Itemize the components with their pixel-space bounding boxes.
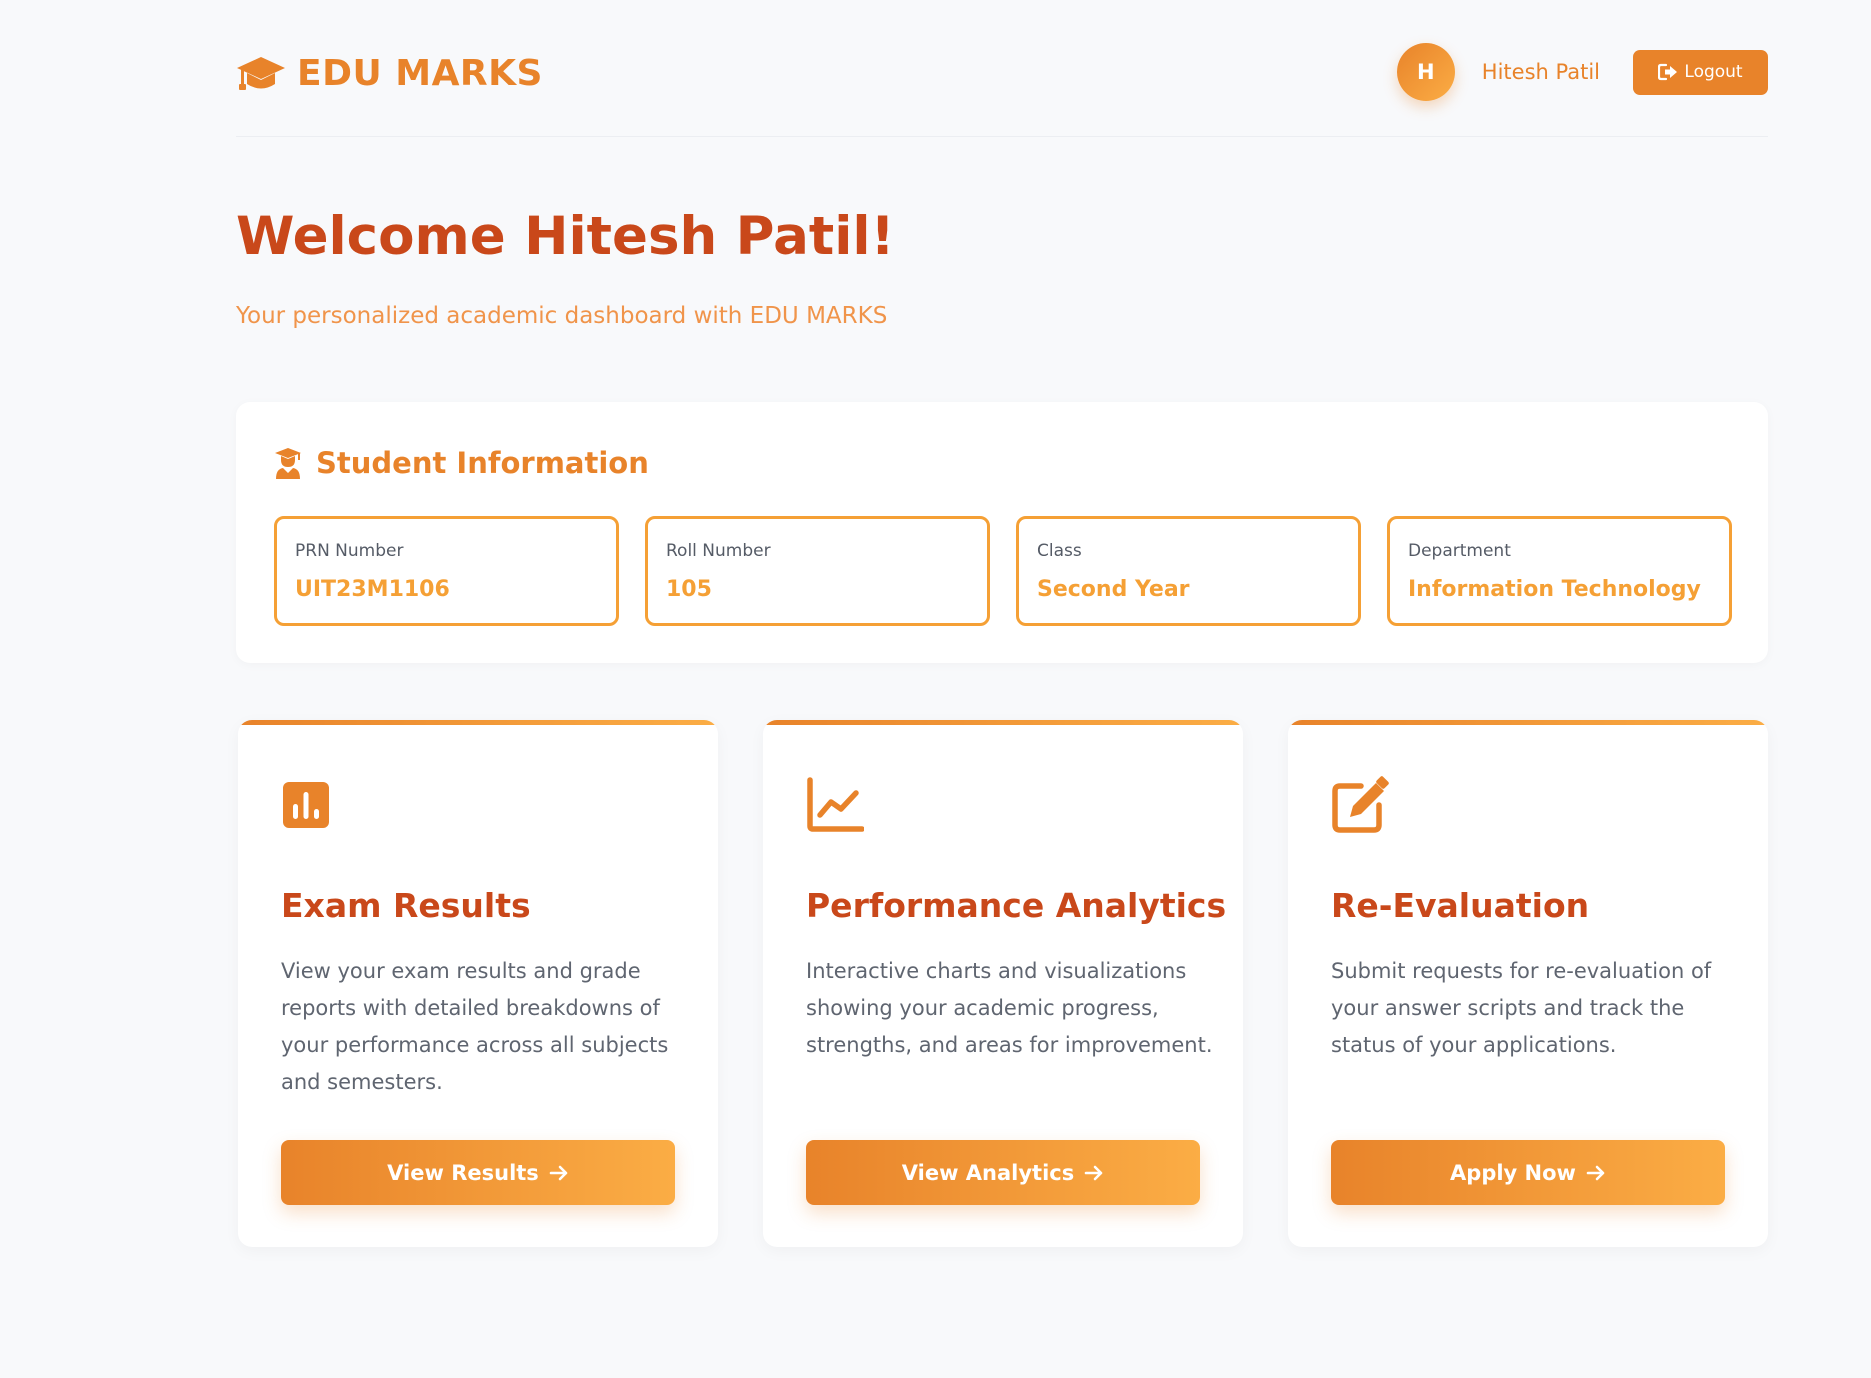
student-info-heading: Student Information bbox=[274, 446, 649, 480]
bar-chart-icon bbox=[283, 782, 329, 828]
logout-label: Logout bbox=[1684, 62, 1743, 82]
info-label: Roll Number bbox=[666, 541, 771, 561]
info-value: UIT23M1106 bbox=[295, 577, 450, 602]
card-title: Re-Evaluation bbox=[1331, 886, 1590, 925]
edit-icon bbox=[1332, 776, 1389, 833]
info-label: Department bbox=[1408, 541, 1511, 561]
info-value: Second Year bbox=[1037, 577, 1190, 602]
graduation-cap-icon bbox=[237, 57, 285, 90]
top-header: EDU MARKS H Hitesh Patil Logout bbox=[236, 30, 1768, 137]
view-results-button[interactable]: View Results bbox=[281, 1140, 675, 1205]
student-icon bbox=[275, 448, 301, 479]
info-value: Information Technology bbox=[1408, 577, 1701, 602]
brand-logo[interactable]: EDU MARKS bbox=[236, 50, 543, 96]
brand-name: EDU MARKS bbox=[297, 52, 543, 94]
arrow-right-icon bbox=[1084, 1165, 1103, 1180]
info-label: PRN Number bbox=[295, 541, 404, 561]
user-area: H Hitesh Patil Logout bbox=[1396, 42, 1768, 102]
card-title: Exam Results bbox=[281, 886, 531, 925]
info-card-roll: Roll Number 105 bbox=[645, 516, 990, 626]
info-card-class: Class Second Year bbox=[1016, 516, 1361, 626]
apply-now-button[interactable]: Apply Now bbox=[1331, 1140, 1725, 1205]
card-exam-results: Exam Results View your exam results and … bbox=[238, 720, 718, 1247]
card-performance-analytics: Performance Analytics Interactive charts… bbox=[763, 720, 1243, 1247]
card-accent-bar bbox=[1288, 720, 1768, 725]
button-label: View Analytics bbox=[901, 1160, 1075, 1185]
card-description: View your exam results and grade reports… bbox=[281, 959, 669, 1094]
student-info-title: Student Information bbox=[316, 446, 649, 480]
view-analytics-button[interactable]: View Analytics bbox=[806, 1140, 1200, 1205]
student-info-panel: Student Information PRN Number UIT23M110… bbox=[236, 402, 1768, 663]
sign-out-icon bbox=[1658, 63, 1678, 81]
user-name: Hitesh Patil bbox=[1481, 60, 1600, 84]
card-re-evaluation: Re-Evaluation Submit requests for re-eva… bbox=[1288, 720, 1768, 1247]
info-value: 105 bbox=[666, 577, 712, 602]
info-card-department: Department Information Technology bbox=[1387, 516, 1732, 626]
info-label: Class bbox=[1037, 541, 1082, 561]
arrow-right-icon bbox=[549, 1165, 568, 1180]
logout-button[interactable]: Logout bbox=[1633, 49, 1768, 95]
page-title: Welcome Hitesh Patil! bbox=[236, 206, 895, 267]
card-description: Interactive charts and visualizations sh… bbox=[806, 959, 1213, 1057]
card-description: Submit requests for re-evaluation of you… bbox=[1331, 959, 1712, 1057]
card-title: Performance Analytics bbox=[806, 886, 1227, 925]
line-chart-icon bbox=[807, 777, 864, 832]
card-accent-bar bbox=[238, 720, 718, 725]
arrow-right-icon bbox=[1586, 1165, 1605, 1180]
button-label: Apply Now bbox=[1450, 1160, 1576, 1185]
info-card-prn: PRN Number UIT23M1106 bbox=[274, 516, 619, 626]
page-subtitle: Your personalized academic dashboard wit… bbox=[236, 303, 888, 329]
dashboard-page: EDU MARKS H Hitesh Patil Logout Welcome … bbox=[0, 0, 1871, 1378]
avatar[interactable]: H bbox=[1396, 43, 1455, 101]
card-accent-bar bbox=[763, 720, 1243, 725]
button-label: View Results bbox=[387, 1160, 539, 1185]
